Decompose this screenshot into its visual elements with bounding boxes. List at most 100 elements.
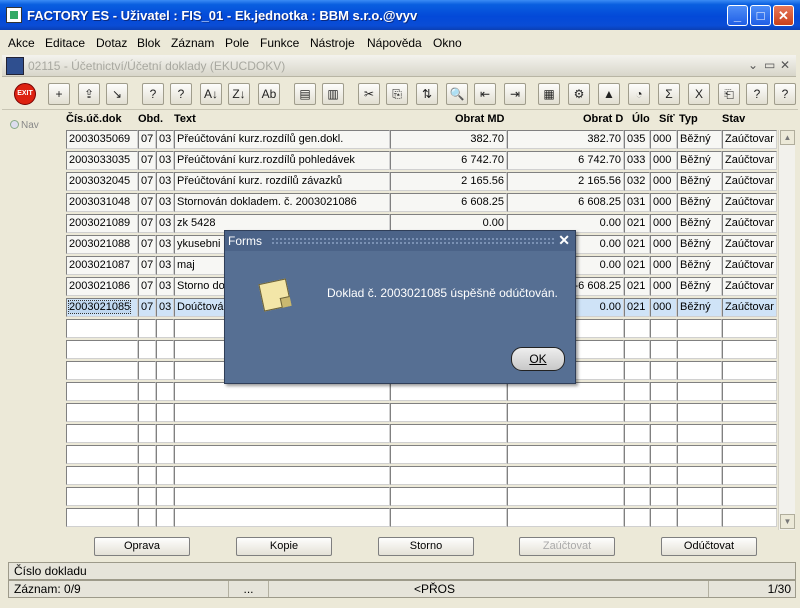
- cell-period[interactable]: [138, 340, 156, 359]
- cell-text[interactable]: [174, 403, 390, 422]
- cell-period[interactable]: [138, 466, 156, 485]
- cell-debit[interactable]: 2 165.56: [390, 172, 507, 191]
- cell-period[interactable]: 07: [138, 214, 156, 233]
- chart-icon[interactable]: ▲: [598, 83, 620, 105]
- menu-editace[interactable]: Editace: [45, 36, 85, 50]
- oductovat-button[interactable]: Odúčtovat: [661, 537, 757, 556]
- cell-debit[interactable]: 6 742.70: [390, 151, 507, 170]
- cell-subperiod[interactable]: [156, 403, 174, 422]
- cell-text[interactable]: [174, 424, 390, 443]
- cell-sit[interactable]: 000: [650, 130, 677, 149]
- form-minimize-icon[interactable]: ⌄: [748, 58, 758, 72]
- cell-type[interactable]: Běžný: [677, 172, 722, 191]
- cell-ulo[interactable]: 033: [624, 151, 650, 170]
- cell-doc-number[interactable]: 2003032045: [66, 172, 138, 191]
- cell-text[interactable]: Přeúčtování kurz. rozdílů závazků: [174, 172, 390, 191]
- cell-credit[interactable]: 6 608.25: [507, 193, 624, 212]
- cell-doc-number[interactable]: [66, 424, 138, 443]
- cell-doc-number[interactable]: 2003021089: [66, 214, 138, 233]
- menu-okno[interactable]: Okno: [433, 36, 462, 50]
- cell-doc-number[interactable]: 2003021086: [66, 277, 138, 296]
- cell-doc-number[interactable]: 2003033035: [66, 151, 138, 170]
- cell-sit[interactable]: 000: [650, 172, 677, 191]
- cell-sit[interactable]: 000: [650, 214, 677, 233]
- menu-dotaz[interactable]: Dotaz: [96, 36, 127, 50]
- cell-state[interactable]: [722, 424, 777, 443]
- cell-sit[interactable]: 000: [650, 256, 677, 275]
- form-close-icon[interactable]: ✕: [780, 58, 790, 72]
- cell-debit[interactable]: 6 608.25: [390, 193, 507, 212]
- duplicate-record-icon[interactable]: ⇪: [78, 83, 100, 105]
- cell-subperiod[interactable]: [156, 382, 174, 401]
- cell-state[interactable]: Zaúčtovar: [722, 235, 777, 254]
- cell-doc-number[interactable]: [66, 466, 138, 485]
- cell-period[interactable]: [138, 319, 156, 338]
- cell-state[interactable]: [722, 403, 777, 422]
- query-execute-icon[interactable]: ?: [170, 83, 192, 105]
- cell-period[interactable]: 07: [138, 130, 156, 149]
- cell-sit[interactable]: [650, 508, 677, 527]
- cell-ulo[interactable]: [624, 487, 650, 506]
- cell-type[interactable]: [677, 382, 722, 401]
- cell-period[interactable]: [138, 424, 156, 443]
- form-restore-icon[interactable]: ▭: [764, 58, 775, 72]
- cell-doc-number[interactable]: [66, 361, 138, 380]
- menu-nastroje[interactable]: Nástroje: [310, 36, 355, 50]
- cell-subperiod[interactable]: 03: [156, 256, 174, 275]
- print-preview-icon[interactable]: ▥: [322, 83, 344, 105]
- oprava-button[interactable]: Oprava: [94, 537, 190, 556]
- cell-doc-number[interactable]: 2003035069: [66, 130, 138, 149]
- cell-text[interactable]: [174, 466, 390, 485]
- menu-akce[interactable]: Akce: [8, 36, 35, 50]
- cell-sit[interactable]: 000: [650, 193, 677, 212]
- cell-ulo[interactable]: 021: [624, 214, 650, 233]
- cell-ulo[interactable]: 021: [624, 298, 650, 317]
- cell-credit[interactable]: 6 742.70: [507, 151, 624, 170]
- cell-ulo[interactable]: 021: [624, 277, 650, 296]
- cell-sit[interactable]: [650, 403, 677, 422]
- cell-type[interactable]: Běžný: [677, 235, 722, 254]
- minimize-button[interactable]: _: [727, 5, 748, 26]
- cell-period[interactable]: 07: [138, 277, 156, 296]
- cell-state[interactable]: Zaúčtovar: [722, 151, 777, 170]
- delete-record-icon[interactable]: ↘: [106, 83, 128, 105]
- cut-icon[interactable]: ✂: [358, 83, 380, 105]
- cell-period[interactable]: 07: [138, 235, 156, 254]
- sum-icon[interactable]: Σ: [658, 83, 680, 105]
- cell-subperiod[interactable]: [156, 466, 174, 485]
- cell-type[interactable]: [677, 361, 722, 380]
- cell-sit[interactable]: [650, 319, 677, 338]
- settings-icon[interactable]: ⚙: [568, 83, 590, 105]
- copy-icon[interactable]: ⎘: [386, 83, 408, 105]
- cell-doc-number[interactable]: 2003031048: [66, 193, 138, 212]
- cell-ulo[interactable]: 035: [624, 130, 650, 149]
- cell-type[interactable]: Běžný: [677, 214, 722, 233]
- maximize-button[interactable]: □: [750, 5, 771, 26]
- cell-sit[interactable]: 000: [650, 277, 677, 296]
- cell-credit[interactable]: [507, 466, 624, 485]
- cell-state[interactable]: [722, 508, 777, 527]
- cell-state[interactable]: Zaúčtovar: [722, 214, 777, 233]
- cell-doc-number[interactable]: [66, 445, 138, 464]
- first-record-icon[interactable]: ⇤: [474, 83, 496, 105]
- cell-subperiod[interactable]: [156, 487, 174, 506]
- cell-doc-number[interactable]: [66, 487, 138, 506]
- dialog-close-icon[interactable]: ✕: [558, 232, 570, 249]
- cell-state[interactable]: [722, 466, 777, 485]
- paste-icon[interactable]: ⇅: [416, 83, 438, 105]
- cell-state[interactable]: [722, 445, 777, 464]
- cell-subperiod[interactable]: [156, 361, 174, 380]
- cell-ulo[interactable]: 021: [624, 256, 650, 275]
- cell-type[interactable]: Běžný: [677, 256, 722, 275]
- cell-doc-number[interactable]: 2003021087: [66, 256, 138, 275]
- cell-sit[interactable]: [650, 361, 677, 380]
- cell-debit[interactable]: [390, 445, 507, 464]
- cell-state[interactable]: [722, 382, 777, 401]
- form-title-bar[interactable]: 02115 - Účetnictví/Účetní doklady (EKUCD…: [2, 55, 796, 77]
- cell-ulo[interactable]: 021: [624, 235, 650, 254]
- cell-ulo[interactable]: [624, 382, 650, 401]
- cell-credit[interactable]: [507, 403, 624, 422]
- cell-credit[interactable]: 2 165.56: [507, 172, 624, 191]
- cell-ulo[interactable]: [624, 340, 650, 359]
- cell-state[interactable]: [722, 340, 777, 359]
